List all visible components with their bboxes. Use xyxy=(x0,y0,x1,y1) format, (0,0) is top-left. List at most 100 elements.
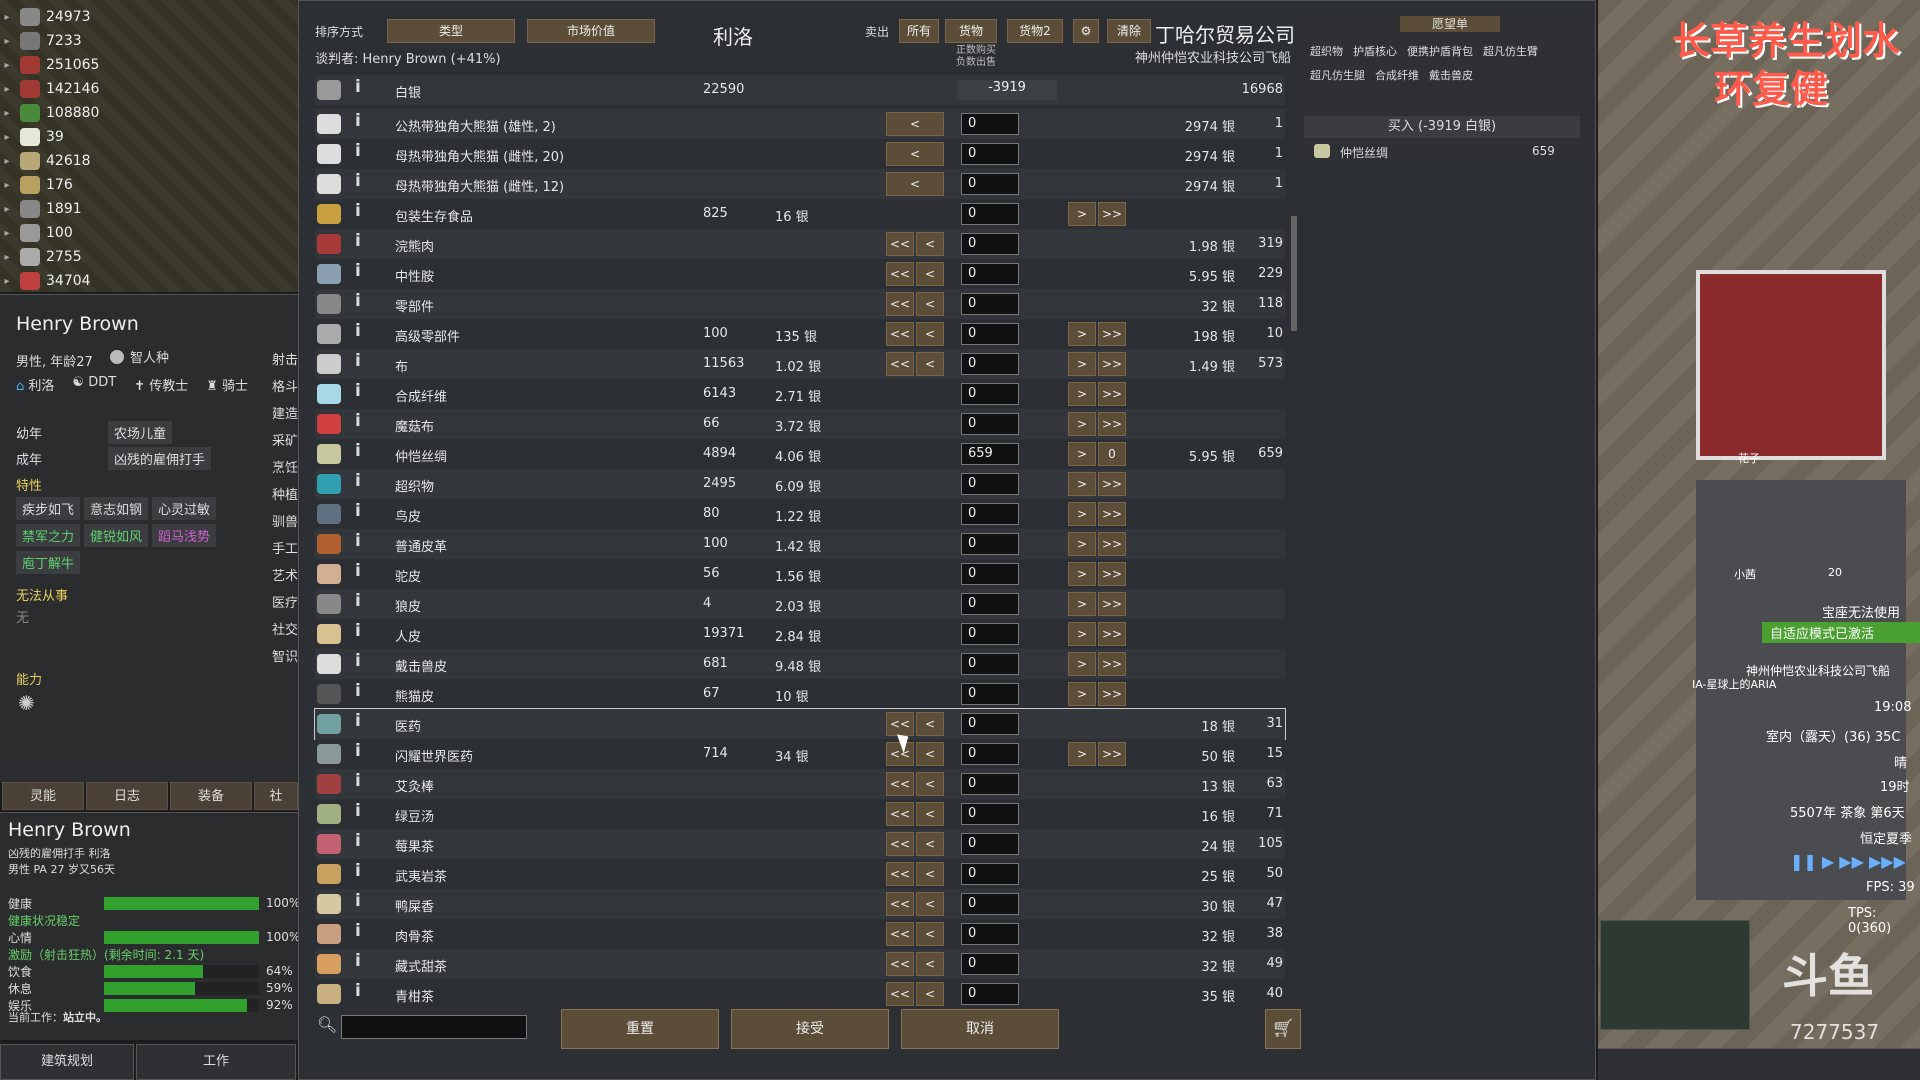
trade-amount-input[interactable]: 0 xyxy=(961,803,1019,825)
wishlist-item[interactable]: 超凡仿生臂 xyxy=(1483,40,1538,64)
trade-amount-input[interactable]: 0 xyxy=(961,983,1019,1005)
filter-all-button[interactable]: 所有 xyxy=(899,19,939,43)
message-throne[interactable]: 宝座无法使用 xyxy=(1822,602,1900,621)
sell-all-button[interactable]: >> xyxy=(1098,502,1126,526)
trade-amount-input[interactable]: 0 xyxy=(961,863,1019,885)
buy-one-button[interactable]: < xyxy=(916,982,944,1006)
resource-row[interactable]: ▸ 34704 xyxy=(0,269,91,293)
sell-one-button[interactable]: > xyxy=(1068,412,1096,436)
buy-all-button[interactable]: << xyxy=(886,292,914,316)
buy-all-button[interactable]: << xyxy=(886,862,914,886)
trade-amount-input[interactable]: 0 xyxy=(961,323,1019,345)
tab-psycasts[interactable]: 灵能 xyxy=(2,782,84,810)
sell-all-button[interactable]: >> xyxy=(1098,652,1126,676)
buy-all-button[interactable]: << xyxy=(886,262,914,286)
sell-all-button[interactable]: >> xyxy=(1098,322,1126,346)
wishlist-item[interactable]: 戴击兽皮 xyxy=(1429,64,1473,88)
sort-by-category-button[interactable]: 类型 xyxy=(387,19,515,43)
race-tag[interactable]: 智人种 xyxy=(110,347,169,366)
wishlist-item[interactable]: 超凡仿生腿 xyxy=(1310,64,1365,88)
ideo-tag[interactable]: ☯ DDT xyxy=(72,375,116,394)
trade-amount-input[interactable]: 0 xyxy=(961,713,1019,735)
trait-tag[interactable]: 蹈马浅势 xyxy=(152,524,217,547)
trade-amount-input[interactable]: 0 xyxy=(961,503,1019,525)
buy-one-button[interactable]: < xyxy=(916,922,944,946)
adulthood-backstory[interactable]: 凶残的雇佣打手 xyxy=(108,447,212,470)
resource-row[interactable]: ▸ 39 xyxy=(0,125,64,149)
info-icon[interactable]: i xyxy=(355,171,361,191)
trait-tag[interactable]: 健锐如风 xyxy=(84,524,149,547)
sell-one-button[interactable]: > xyxy=(1068,592,1096,616)
info-icon[interactable]: i xyxy=(355,201,361,221)
info-icon[interactable]: i xyxy=(355,801,361,821)
wishlist-title[interactable]: 愿望单 xyxy=(1400,16,1500,32)
trade-amount-input[interactable]: 0 xyxy=(961,413,1019,435)
trade-amount-input[interactable]: 0 xyxy=(961,953,1019,975)
sell-one-button[interactable]: > xyxy=(1068,502,1096,526)
resource-row[interactable]: ▸ 1891 xyxy=(0,197,82,221)
info-icon[interactable]: i xyxy=(355,411,361,431)
sell-all-button[interactable]: >> xyxy=(1098,562,1126,586)
info-icon[interactable]: i xyxy=(355,741,361,761)
buy-one-button[interactable]: < xyxy=(886,172,944,196)
buy-all-button[interactable]: << xyxy=(886,322,914,346)
role-tag[interactable]: ✝ 传教士 xyxy=(134,375,188,394)
buy-one-button[interactable]: < xyxy=(916,892,944,916)
buy-all-button[interactable]: << xyxy=(886,952,914,976)
psycast-icon[interactable]: ✺ xyxy=(18,691,35,715)
info-icon[interactable]: i xyxy=(355,561,361,581)
trait-tag[interactable]: 心灵过敏 xyxy=(152,497,217,520)
resource-row[interactable]: ▸ 142146 xyxy=(0,77,99,101)
info-icon[interactable]: i xyxy=(355,891,361,911)
buy-all-button[interactable]: << xyxy=(886,352,914,376)
cart-button[interactable]: 🛒︎ xyxy=(1265,1009,1301,1049)
sell-one-button[interactable]: > xyxy=(1068,652,1096,676)
info-icon[interactable]: i xyxy=(355,531,361,551)
sell-all-button[interactable]: >> xyxy=(1098,742,1126,766)
trade-amount-input[interactable]: 0 xyxy=(961,263,1019,285)
info-icon[interactable]: i xyxy=(355,291,361,311)
info-icon[interactable]: i xyxy=(355,141,361,161)
message-adaptive[interactable]: 自适应模式已激活 xyxy=(1762,622,1920,643)
trade-amount-input[interactable]: 0 xyxy=(961,143,1019,165)
sell-one-button[interactable]: > xyxy=(1068,382,1096,406)
architect-tab[interactable]: 建筑规划 xyxy=(0,1044,134,1080)
trade-amount-input[interactable]: 0 xyxy=(961,653,1019,675)
buy-one-button[interactable]: < xyxy=(916,802,944,826)
buy-one-button[interactable]: < xyxy=(916,772,944,796)
reset-button[interactable]: 重置 xyxy=(561,1009,719,1049)
buy-one-button[interactable]: < xyxy=(916,322,944,346)
info-icon[interactable]: i xyxy=(355,471,361,491)
wishlist-item[interactable]: 超织物 xyxy=(1310,40,1343,64)
sell-all-button[interactable]: >> xyxy=(1098,412,1126,436)
sell-one-button[interactable]: > xyxy=(1068,682,1096,706)
sell-one-button[interactable]: > xyxy=(1068,202,1096,226)
resource-row[interactable]: ▸ 251065 xyxy=(0,53,99,77)
tab-gear[interactable]: 装备 xyxy=(170,782,252,810)
info-icon[interactable]: i xyxy=(355,111,361,131)
trade-amount-input[interactable]: 0 xyxy=(961,233,1019,255)
info-icon[interactable]: i xyxy=(355,77,361,97)
sell-one-button[interactable]: > xyxy=(1068,352,1096,376)
info-icon[interactable]: i xyxy=(355,711,361,731)
work-tab[interactable]: 工作 xyxy=(136,1044,296,1080)
sell-one-button[interactable]: > xyxy=(1068,562,1096,586)
sell-all-button[interactable]: >> xyxy=(1098,382,1126,406)
buy-one-button[interactable]: < xyxy=(916,232,944,256)
sell-all-button[interactable]: >> xyxy=(1098,472,1126,496)
buy-one-button[interactable]: < xyxy=(916,742,944,766)
info-icon[interactable]: i xyxy=(355,501,361,521)
buy-all-button[interactable]: << xyxy=(886,922,914,946)
filter-goods2-button[interactable]: 货物2 xyxy=(1007,19,1063,43)
tab-social[interactable]: 社 xyxy=(254,782,298,810)
trait-tag[interactable]: 意志如钢 xyxy=(84,497,149,520)
trade-amount-input[interactable]: 0 xyxy=(961,833,1019,855)
sell-one-button[interactable]: > xyxy=(1068,322,1096,346)
buy-one-button[interactable]: < xyxy=(916,862,944,886)
wishlist-item[interactable]: 便携护盾背包 xyxy=(1407,40,1473,64)
cancel-button[interactable]: 取消 xyxy=(901,1009,1059,1049)
buy-one-button[interactable]: < xyxy=(916,352,944,376)
buy-one-button[interactable]: < xyxy=(916,832,944,856)
buy-one-button[interactable]: < xyxy=(916,952,944,976)
info-icon[interactable]: i xyxy=(355,951,361,971)
